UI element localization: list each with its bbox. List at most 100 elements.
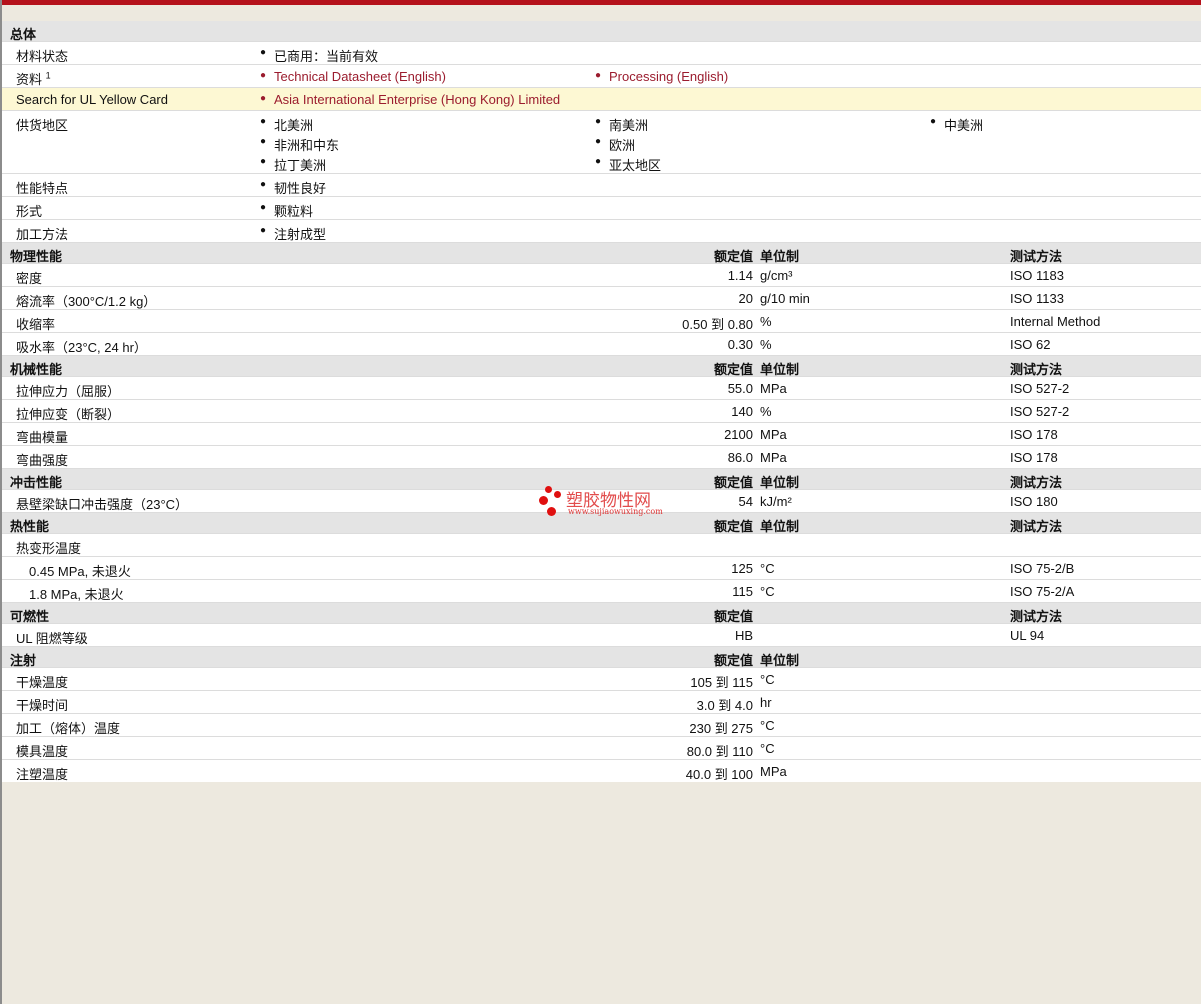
property-method: ISO 75-2/B xyxy=(1010,561,1075,576)
table-row: 熔流率（300°C/1.2 kg） 20 g/10 min ISO 1133 xyxy=(2,287,1201,310)
region-item: 欧洲 xyxy=(595,135,635,154)
property-value: 40.0 到 100 xyxy=(685,767,753,782)
table-row: 注塑温度 40.0 到 100 MPa xyxy=(2,760,1201,782)
row-form: 形式 颗粒料 xyxy=(2,197,1201,220)
row-label: 性能特点 xyxy=(16,181,69,196)
property-value: 0.50 到 0.80 xyxy=(682,317,753,332)
property-value: HB xyxy=(734,628,753,643)
column-header-unit: 单位制 xyxy=(760,475,800,490)
property-method: ISO 62 xyxy=(1010,337,1051,352)
row-features: 性能特点 韧性良好 xyxy=(2,174,1201,197)
property-value: 20 xyxy=(738,291,753,306)
process-value: 注射成型 xyxy=(260,224,326,243)
section-header-physical: 物理性能 额定值 单位制 测试方法 xyxy=(2,243,1201,264)
table-row: 弯曲强度 86.0 MPa ISO 178 xyxy=(2,446,1201,469)
table-row: 0.45 MPa, 未退火 125 °C ISO 75-2/B xyxy=(2,557,1201,580)
property-method: ISO 527-2 xyxy=(1010,404,1070,419)
property-method: ISO 180 xyxy=(1010,494,1058,509)
property-label: 收缩率 xyxy=(16,317,56,332)
property-value: 125 xyxy=(731,561,753,576)
section-title: 注射 xyxy=(10,653,37,668)
property-method: UL 94 xyxy=(1010,628,1045,643)
column-header-method: 测试方法 xyxy=(1010,519,1063,534)
table-row: 弯曲模量 2100 MPa ISO 178 xyxy=(2,423,1201,446)
property-value: 115 xyxy=(732,584,753,599)
column-header-unit: 单位制 xyxy=(760,362,800,377)
region-item: 拉丁美洲 xyxy=(260,155,326,174)
property-label: 弯曲强度 xyxy=(16,453,69,468)
property-value: 230 到 275 xyxy=(689,721,753,736)
table-row: 干燥时间 3.0 到 4.0 hr xyxy=(2,691,1201,714)
column-header-unit: 单位制 xyxy=(760,519,800,534)
watermark-dot xyxy=(554,491,561,498)
region-item: 南美洲 xyxy=(595,115,648,134)
property-unit: g/10 min xyxy=(760,291,810,306)
property-value: 0.30 xyxy=(727,337,753,352)
column-header-unit: 单位制 xyxy=(760,249,800,264)
property-value: 105 到 115 xyxy=(690,675,753,690)
property-label: 熔流率（300°C/1.2 kg） xyxy=(16,294,157,309)
datasheet: 总体 材料状态 已商用：当前有效 资料 1 Technical Datashee… xyxy=(2,21,1201,782)
top-accent-bar xyxy=(0,0,1201,5)
table-row: 收缩率 0.50 到 0.80 % Internal Method xyxy=(2,310,1201,333)
link-search-ul-yellow-card[interactable]: Search for UL Yellow Card xyxy=(16,92,168,107)
column-header-unit: 单位制 xyxy=(760,653,800,668)
row-label: 形式 xyxy=(16,204,43,219)
property-unit: MPa xyxy=(760,450,787,465)
property-label: 拉伸应变（断裂） xyxy=(16,407,121,422)
property-label: 拉伸应力（屈服） xyxy=(16,384,121,399)
section-title: 物理性能 xyxy=(10,249,63,264)
property-label: 吸水率（23°C, 24 hr） xyxy=(16,340,147,355)
column-header-value: 额定值 xyxy=(713,609,753,624)
link-supplier[interactable]: Asia International Enterprise (Hong Kong… xyxy=(260,92,560,107)
footnote-marker: 1 xyxy=(45,70,51,81)
property-label: 弯曲模量 xyxy=(16,430,69,445)
section-title: 冲击性能 xyxy=(10,475,63,490)
watermark-dot xyxy=(539,496,548,505)
row-documents: 资料 1 Technical Datasheet (English) Proce… xyxy=(2,65,1201,88)
table-row: 干燥温度 105 到 115 °C xyxy=(2,668,1201,691)
row-regions: 供货地区 北美洲 南美洲 中美洲 非洲和中东 欧洲 拉丁美洲 亚太地区 xyxy=(2,111,1201,174)
property-label: 干燥温度 xyxy=(16,675,69,690)
table-row: 模具温度 80.0 到 110 °C xyxy=(2,737,1201,760)
section-title: 机械性能 xyxy=(10,362,63,377)
property-unit: % xyxy=(760,404,772,419)
property-unit: % xyxy=(760,337,772,352)
table-row: 拉伸应力（屈服） 55.0 MPa ISO 527-2 xyxy=(2,377,1201,400)
property-label: 注塑温度 xyxy=(16,767,69,782)
property-label: 密度 xyxy=(16,271,43,286)
column-header-value: 额定值 xyxy=(713,653,753,668)
link-processing[interactable]: Processing (English) xyxy=(595,69,728,84)
table-row-group: 热变形温度 xyxy=(2,534,1201,557)
row-label: 加工方法 xyxy=(16,227,69,242)
region-item: 非洲和中东 xyxy=(260,135,339,154)
property-label: 干燥时间 xyxy=(16,698,69,713)
property-value: 1.14 xyxy=(727,268,753,283)
property-unit: hr xyxy=(760,695,772,710)
property-unit: MPa xyxy=(760,764,787,779)
property-value: 86.0 xyxy=(727,450,753,465)
property-value: 3.0 到 4.0 xyxy=(696,698,753,713)
property-label: 1.8 MPa, 未退火 xyxy=(29,587,124,602)
column-header-value: 额定值 xyxy=(713,519,753,534)
property-method: ISO 178 xyxy=(1010,450,1058,465)
property-label: UL 阻燃等级 xyxy=(16,631,88,646)
property-method: ISO 75-2/A xyxy=(1010,584,1075,599)
section-title: 热性能 xyxy=(10,519,50,534)
link-technical-datasheet[interactable]: Technical Datasheet (English) xyxy=(260,69,446,84)
property-value: 140 xyxy=(731,404,753,419)
property-unit: kJ/m² xyxy=(760,494,792,509)
watermark-dot xyxy=(547,507,556,516)
property-value: 55.0 xyxy=(727,381,753,396)
column-header-method: 测试方法 xyxy=(1010,362,1063,377)
column-header-value: 额定值 xyxy=(713,362,753,377)
table-row: 1.8 MPa, 未退火 115 °C ISO 75-2/A xyxy=(2,580,1201,603)
property-unit: °C xyxy=(760,561,775,576)
row-process-method: 加工方法 注射成型 xyxy=(2,220,1201,243)
watermark-url: www.sujiaowuxing.com xyxy=(568,507,663,516)
property-value: 54 xyxy=(738,494,753,509)
row-label: 材料状态 xyxy=(16,49,69,64)
property-unit: °C xyxy=(760,718,775,733)
column-header-method: 测试方法 xyxy=(1010,609,1063,624)
column-header-value: 额定值 xyxy=(713,475,753,490)
